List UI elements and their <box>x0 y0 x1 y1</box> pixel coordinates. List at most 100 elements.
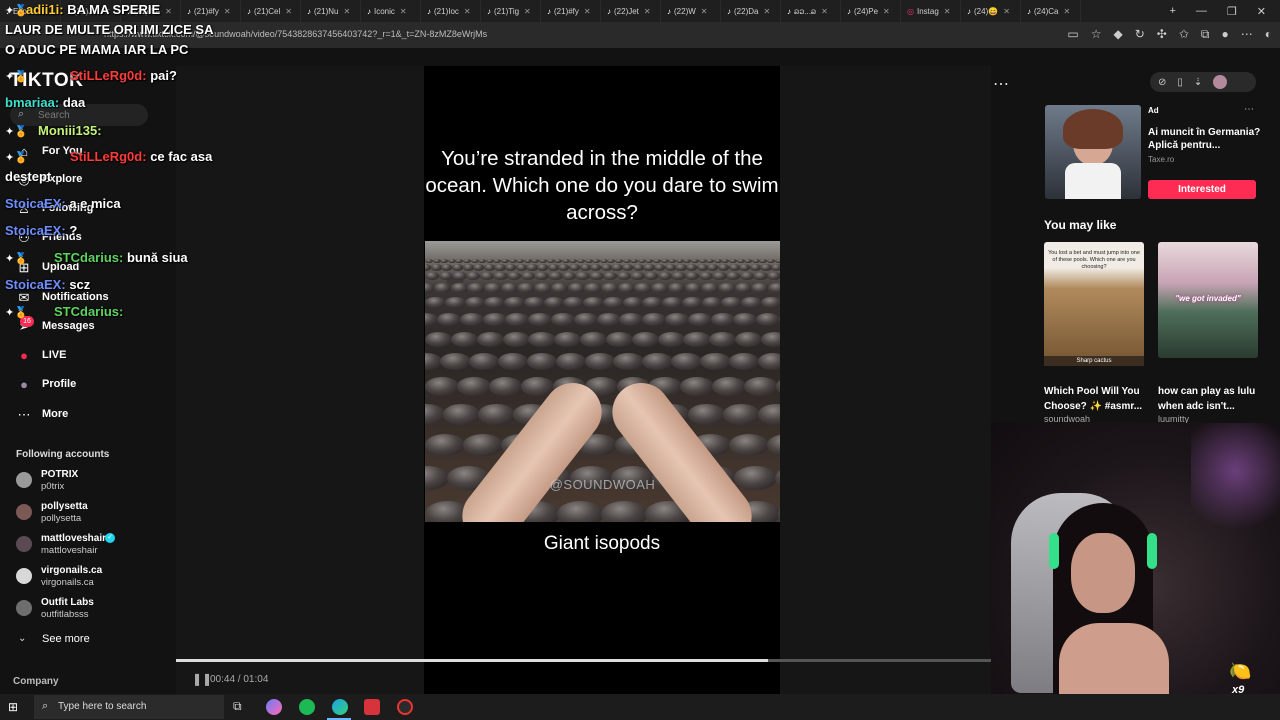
ad-title[interactable]: Ai muncit în Germania? Aplică pentru... <box>1148 126 1268 152</box>
sidebar-item-profile[interactable]: Profile <box>42 378 76 390</box>
isopod-shell <box>756 312 780 326</box>
extension-icon[interactable]: ◆ <box>1114 27 1123 42</box>
isopod-shell <box>494 264 506 271</box>
video-time: 00:44 / 01:04 <box>210 674 269 685</box>
browser-tab[interactable]: ♪ (22)W ✕ <box>661 0 721 22</box>
browser-tab[interactable]: ♪ (21)#fy ✕ <box>181 0 241 22</box>
refresh-icon[interactable]: ↻ <box>1135 27 1145 42</box>
recommended-thumbnail-2[interactable]: "we got invaded" <box>1158 242 1258 358</box>
browser-tab[interactable]: ♪ (21)#fy ✕ <box>541 0 601 22</box>
device-icon[interactable]: ▯ <box>1177 77 1183 88</box>
sidebar-item-messages[interactable]: Messages <box>42 320 95 332</box>
close-tab-icon[interactable]: ✕ <box>701 7 708 16</box>
browser-tab[interactable]: ♪ (24)Ca ✕ <box>1021 0 1081 22</box>
coins-icon[interactable]: ⊘ <box>1158 77 1166 88</box>
edge-app-icon[interactable] <box>332 699 348 715</box>
copilot-icon[interactable]: ◐ <box>1265 27 1272 42</box>
close-tab-icon[interactable]: ✕ <box>1063 7 1070 16</box>
close-window-button[interactable]: ✕ <box>1257 5 1266 18</box>
account-name[interactable]: pollysetta <box>41 501 88 512</box>
sidebar-item-more[interactable]: More <box>42 408 68 420</box>
user-avatar[interactable] <box>1213 75 1228 89</box>
browser-tab[interactable]: ♪ (21)Cel ✕ <box>241 0 301 22</box>
puzzle-icon[interactable]: ✣ <box>1157 27 1167 42</box>
see-more-link[interactable]: See more <box>42 633 90 645</box>
close-tab-icon[interactable]: ✕ <box>644 7 651 16</box>
download-icon[interactable]: ⇣ <box>1194 77 1202 88</box>
interested-button[interactable]: Interested <box>1148 180 1256 199</box>
isopod-shell <box>613 353 644 370</box>
browser-tab[interactable]: ♪ ລວ...ລ ✕ <box>781 0 841 22</box>
account-avatar[interactable] <box>16 472 32 488</box>
recommended-title-2[interactable]: how can play as lulu when adc isn't... <box>1158 384 1262 414</box>
close-tab-icon[interactable]: ✕ <box>285 7 292 16</box>
account-avatar[interactable] <box>16 504 32 520</box>
browser-tab[interactable]: ◎ Instag ✕ <box>901 0 961 22</box>
company-link[interactable]: Company <box>13 676 59 687</box>
isopod-shell <box>438 272 454 281</box>
close-tab-icon[interactable]: ✕ <box>524 7 531 16</box>
account-avatar[interactable] <box>16 568 32 584</box>
browser-tab[interactable]: ♪ (22)Da ✕ <box>721 0 781 22</box>
chat-username: bmariaa: <box>5 95 60 110</box>
browser-tab[interactable]: ♪ Iconic ✕ <box>361 0 421 22</box>
video-question-text: You’re stranded in the middle of the oce… <box>425 147 779 224</box>
ad-thumbnail[interactable] <box>1045 105 1141 199</box>
minimize-button[interactable]: — <box>1196 5 1207 17</box>
chat-text: BA MA SPERIE <box>67 2 161 17</box>
record-app-icon[interactable] <box>364 699 380 715</box>
task-view-icon[interactable]: ⧉ <box>233 699 242 714</box>
recommended-thumbnail-1[interactable]: You lost a bet and must jump into one of… <box>1044 242 1144 358</box>
close-tab-icon[interactable]: ✕ <box>224 7 231 16</box>
browser-tab[interactable]: ♪ (24)Pe ✕ <box>841 0 901 22</box>
close-tab-icon[interactable]: ✕ <box>464 7 471 16</box>
streamer-webcam <box>991 423 1280 694</box>
isopod-shell <box>749 264 761 271</box>
account-avatar[interactable] <box>16 536 32 552</box>
new-tab-button[interactable]: + <box>1169 5 1175 17</box>
account-handle: virgonails.ca <box>41 577 94 588</box>
video-watermark: @SOUNDWOAH <box>549 477 656 492</box>
browser-tab[interactable]: ♪ (24)😄 ✕ <box>961 0 1021 22</box>
browser-menu-icon[interactable]: ⋯ <box>1241 27 1253 42</box>
close-tab-icon[interactable]: ✕ <box>821 7 828 16</box>
ad-options-icon[interactable]: ⋯ <box>1244 104 1254 115</box>
windows-start-icon[interactable]: ⊞ <box>8 700 18 714</box>
browser-tab[interactable]: ♪ (21)Tig ✕ <box>481 0 541 22</box>
account-name[interactable]: mattloveshair <box>41 533 106 544</box>
bookmark-star-icon[interactable]: ☆ <box>1091 27 1102 42</box>
isopod-shell <box>543 296 565 309</box>
recommended-title-1[interactable]: Which Pool Will You Choose? ✨ #asmr... <box>1044 384 1148 414</box>
close-tab-icon[interactable]: ✕ <box>584 7 591 16</box>
close-tab-icon[interactable]: ✕ <box>165 7 172 16</box>
account-avatar[interactable] <box>16 600 32 616</box>
browser-tab[interactable]: ♪ (22)Jet ✕ <box>601 0 661 22</box>
spotify-app-icon[interactable] <box>299 699 315 715</box>
browser-toolbar-icons: ▭ ☆ ◆ ↻ ✣ ✩ ⧉ ● ⋯ ◐ <box>1067 27 1272 42</box>
close-tab-icon[interactable]: ✕ <box>944 7 951 16</box>
browser-tab[interactable]: ♪ (21)Nu ✕ <box>301 0 361 22</box>
isopod-shell <box>643 264 655 271</box>
more-options-icon[interactable]: ⋯ <box>993 74 1009 94</box>
close-tab-icon[interactable]: ✕ <box>763 7 770 16</box>
isopod-shell <box>551 312 575 326</box>
close-tab-icon[interactable]: ✕ <box>400 7 407 16</box>
isopod-shell <box>425 272 440 281</box>
close-tab-icon[interactable]: ✕ <box>883 7 890 16</box>
account-name[interactable]: virgonails.ca <box>41 565 102 576</box>
favorites-icon[interactable]: ✩ <box>1179 27 1189 42</box>
account-name[interactable]: POTRIX <box>41 469 78 480</box>
screen-cast-icon[interactable]: ▭ <box>1067 27 1078 42</box>
obs-app-icon[interactable] <box>397 699 413 715</box>
collections-icon[interactable]: ⧉ <box>1201 27 1210 42</box>
discord-app-icon[interactable] <box>266 699 282 715</box>
sidebar-item-live[interactable]: LIVE <box>42 349 66 361</box>
browser-avatar-icon[interactable]: ● <box>1222 27 1229 42</box>
close-tab-icon[interactable]: ✕ <box>343 7 350 16</box>
isopod-shell <box>642 353 673 370</box>
browser-tab[interactable]: ♪ (21)Ioc ✕ <box>421 0 481 22</box>
close-tab-icon[interactable]: ✕ <box>1003 7 1010 16</box>
maximize-button[interactable]: ❐ <box>1227 5 1237 18</box>
sidebar-item-notifications[interactable]: Notifications <box>42 291 109 303</box>
account-name[interactable]: Outfit Labs <box>41 597 94 608</box>
